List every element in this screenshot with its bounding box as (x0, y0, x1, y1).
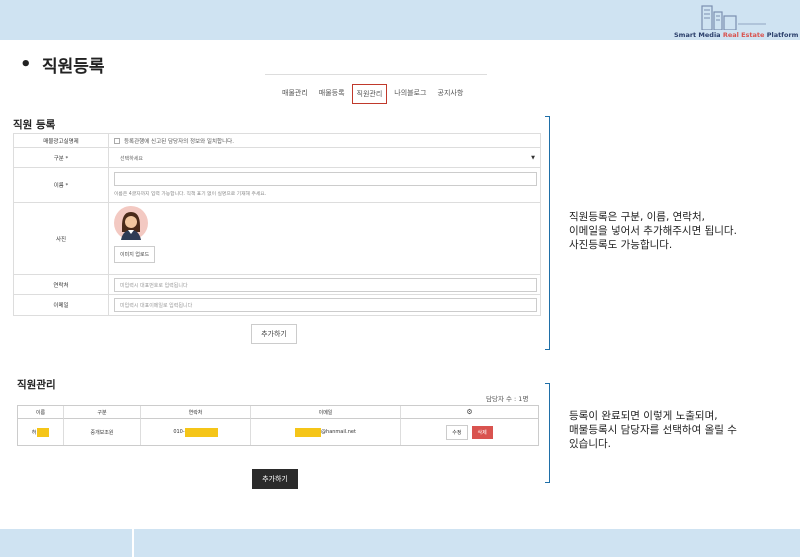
nav-item-notice[interactable]: 공지사항 (434, 84, 468, 104)
footer-divider (132, 529, 134, 557)
col-header-settings: ⚙ (401, 406, 538, 419)
annotation-note-register: 직원등록은 구분, 이름, 연락처, 이메일을 넣어서 추가해주시면 됩니다. … (569, 211, 737, 251)
cell-actions: 수정 삭제 (401, 419, 538, 445)
nav-item-register-listing[interactable]: 매물등록 (315, 84, 349, 104)
checkbox-icon (114, 138, 120, 144)
add-staff-button[interactable]: 추가하기 (251, 324, 297, 344)
consent-label: 매물광고실명제 (14, 134, 109, 147)
bottom-bar (0, 529, 800, 557)
nav-item-staff[interactable]: 직원관리 (351, 84, 388, 104)
staff-register-form: 매물광고실명제 등록관행에 신고된 담당자의 정보와 일치합니다. 구분 * 선… (13, 133, 541, 316)
edit-button[interactable]: 수정 (446, 424, 468, 440)
type-row: 구분 * 선택하세요 ▼ (14, 148, 540, 168)
email-row: 이메일 미입력시 대표이메일로 입력됩니다 (14, 295, 540, 315)
gear-icon: ⚙ (466, 408, 473, 416)
consent-row: 매물광고실명제 등록관행에 신고된 담당자의 정보와 일치합니다. (14, 134, 540, 148)
col-header-phone: 연락처 (141, 406, 251, 419)
manage-section-title: 직원관리 (17, 379, 56, 391)
dropdown-arrow-icon: ▼ (531, 155, 535, 161)
email-input[interactable]: 미입력시 대표이메일로 입력됩니다 (114, 298, 537, 312)
phone-label: 연락처 (14, 275, 109, 294)
phone-row: 연락처 미입력시 대표번호로 입력됩니다 (14, 275, 540, 295)
nav-item-blog[interactable]: 나의블로그 (390, 84, 430, 104)
annotation-bracket (545, 383, 550, 483)
name-row: 이름 * 이름은 4글자까지 입력 가능합니다. 직책 표기 없이 실명으로 기… (14, 168, 540, 203)
redaction-mask (295, 427, 322, 437)
photo-label: 사진 (14, 203, 109, 274)
col-header-type: 구분 (64, 406, 141, 419)
type-select[interactable]: 선택하세요 ▼ (114, 151, 537, 165)
type-label: 구분 * (14, 148, 109, 167)
nav-divider (265, 74, 487, 75)
top-bar: Smart Media Real Estate Platform (0, 0, 800, 40)
cell-phone: 010- (141, 419, 251, 445)
cell-type: 중개보조원 (64, 419, 141, 445)
building-logo-icon (701, 5, 766, 30)
staff-table: 이름 구분 연락처 이메일 ⚙ 허 중개보조원 010- @hanmail.ne… (17, 405, 539, 446)
table-row: 허 중개보조원 010- @hanmail.net 수정 삭제 (18, 419, 538, 445)
heading-bullet: • (20, 54, 32, 75)
top-nav: 매물관리 매물등록 직원관리 나의블로그 공지사항 (278, 84, 470, 104)
avatar (114, 206, 148, 240)
name-hint: 이름은 4글자까지 입력 가능합니다. 직책 표기 없이 실명으로 기재해 주세… (114, 192, 267, 197)
cell-name: 허 (18, 419, 64, 445)
name-label: 이름 * (14, 168, 109, 202)
annotation-note-manage: 등록이 완료되면 이렇게 노출되며, 매물등록시 담당자를 선택하여 올릴 수 … (569, 410, 737, 450)
register-section-title: 직원 등록 (13, 119, 56, 131)
brand-logo: Smart Media Real Estate Platform (674, 2, 798, 40)
col-header-email: 이메일 (251, 406, 401, 419)
cell-email: @hanmail.net (251, 419, 401, 445)
phone-input[interactable]: 미입력시 대표번호로 입력됩니다 (114, 278, 537, 292)
image-upload-button[interactable]: 이미지 업로드 (114, 246, 156, 263)
redaction-mask (184, 427, 218, 437)
delete-button[interactable]: 삭제 (471, 425, 493, 439)
nav-item-listings[interactable]: 매물관리 (278, 84, 312, 104)
col-header-name: 이름 (18, 406, 64, 419)
add-staff-button-dark[interactable]: 추가하기 (252, 469, 298, 489)
brand-name: Smart Media Real Estate Platform (674, 31, 799, 39)
consent-checkbox[interactable]: 등록관행에 신고된 담당자의 정보와 일치합니다. (114, 137, 537, 145)
redaction-mask (37, 427, 50, 437)
page-title: 직원등록 (42, 57, 105, 77)
photo-row: 사진 이미지 업로드 (14, 203, 540, 275)
email-label: 이메일 (14, 295, 109, 315)
annotation-bracket (545, 116, 550, 350)
staff-count: 담당자 수 : 1명 (486, 395, 529, 403)
table-header: 이름 구분 연락처 이메일 ⚙ (18, 406, 538, 419)
name-input[interactable] (114, 172, 537, 186)
